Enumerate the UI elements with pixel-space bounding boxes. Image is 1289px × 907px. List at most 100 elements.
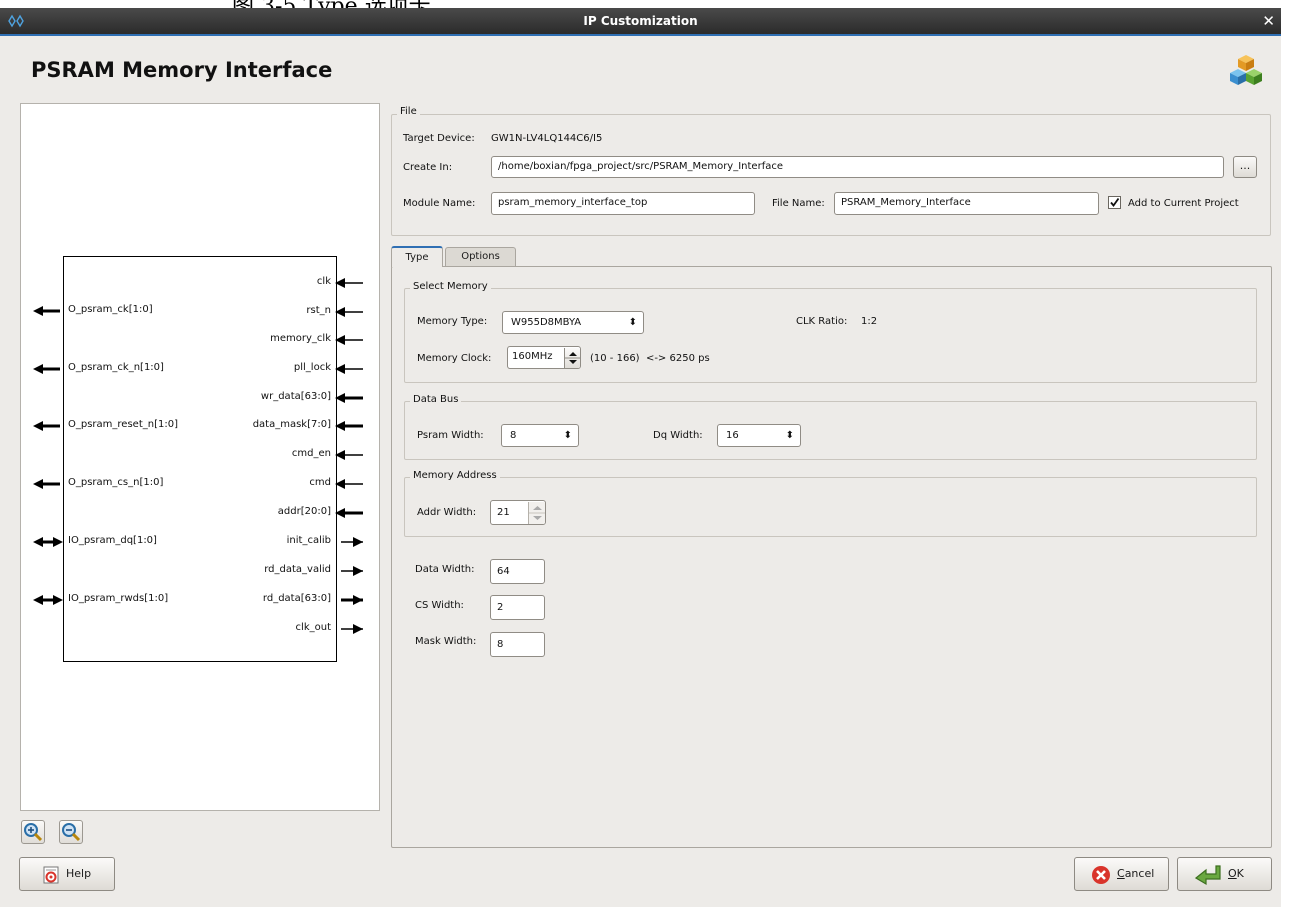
cs-width-label: CS Width: bbox=[415, 600, 464, 611]
port-label: init_calib bbox=[286, 535, 331, 546]
background-edge bbox=[1281, 8, 1289, 907]
data-width-field[interactable]: 64 bbox=[490, 559, 545, 584]
updown-arrow-icon: ⬍ bbox=[628, 317, 637, 328]
port-arrow-cmd-en bbox=[335, 450, 363, 460]
port-label: O_psram_ck_n[1:0] bbox=[68, 362, 164, 373]
port-arrow-io-psram-rwds-1-0- bbox=[33, 595, 63, 605]
port-label: pll_lock bbox=[293, 362, 331, 373]
module-name-label: Module Name: bbox=[403, 198, 476, 209]
help-label: Help bbox=[66, 867, 92, 880]
port-arrow-addr-20-0- bbox=[335, 508, 363, 518]
addr-width-value: 21 bbox=[497, 507, 510, 518]
file-name-field[interactable]: PSRAM_Memory_Interface bbox=[834, 192, 1099, 215]
help-icon bbox=[43, 866, 59, 884]
memory-clock-spinbox[interactable]: 160MHz bbox=[507, 346, 581, 369]
data-width-label: Data Width: bbox=[415, 564, 475, 575]
ok-icon bbox=[1194, 865, 1221, 886]
dq-width-value: 16 bbox=[726, 430, 739, 441]
port-arrow-clk-out bbox=[341, 624, 363, 634]
port-label: memory_clk bbox=[270, 333, 331, 344]
port-label: data_mask[7:0] bbox=[252, 419, 331, 430]
browse-label: ... bbox=[1239, 159, 1251, 172]
port-arrow-o-psram-ck-1-0- bbox=[33, 306, 60, 316]
port-arrow-rst-n bbox=[335, 307, 363, 317]
cs-width-field[interactable]: 2 bbox=[490, 595, 545, 620]
target-device-value: GW1N-LV4LQ144C6/I5 bbox=[491, 133, 603, 144]
port-label: wr_data[63:0] bbox=[260, 391, 331, 402]
port-arrow-wr-data-63-0- bbox=[335, 393, 363, 403]
port-arrow-o-psram-ck-n-1-0- bbox=[33, 364, 60, 374]
clk-ratio-value: 1:2 bbox=[861, 316, 878, 327]
port-arrow-data-mask-7-0- bbox=[335, 421, 363, 431]
port-label: cmd_en bbox=[291, 448, 331, 459]
psram-width-value: 8 bbox=[510, 430, 517, 441]
memory-clock-label: Memory Clock: bbox=[417, 353, 492, 364]
memory-type-value: W955D8MBYA bbox=[511, 317, 582, 328]
tab-options[interactable]: Options bbox=[445, 247, 516, 266]
port-arrow-rd-data-valid bbox=[341, 566, 363, 576]
target-device-label: Target Device: bbox=[403, 133, 475, 144]
addr-width-spinbox[interactable]: 21 bbox=[490, 500, 546, 525]
dq-width-select[interactable]: 16 ⬍ bbox=[717, 424, 801, 447]
zoom-in-button[interactable] bbox=[21, 820, 45, 844]
port-label: addr[20:0] bbox=[277, 506, 331, 517]
mask-width-label: Mask Width: bbox=[415, 636, 477, 647]
close-icon[interactable]: ✕ bbox=[1262, 10, 1275, 32]
memory-clock-info: (10 - 166) <-> 6250 ps bbox=[590, 353, 710, 364]
port-label: IO_psram_dq[1:0] bbox=[68, 535, 157, 546]
dq-width-label: Dq Width: bbox=[653, 430, 703, 441]
updown-arrow-icon: ⬍ bbox=[785, 430, 794, 441]
help-button[interactable]: Help bbox=[19, 857, 115, 891]
memory-clock-value: 160MHz bbox=[512, 351, 553, 362]
mask-width-field[interactable]: 8 bbox=[490, 632, 545, 657]
psram-width-select[interactable]: 8 ⬍ bbox=[501, 424, 579, 447]
cancel-label: Cancel bbox=[1117, 867, 1155, 880]
create-in-label: Create In: bbox=[403, 162, 453, 173]
file-name-label: File Name: bbox=[772, 198, 825, 209]
clk-ratio-label: CLK Ratio: bbox=[796, 316, 848, 327]
checkmark-icon bbox=[1110, 197, 1120, 207]
port-arrow-clk bbox=[335, 278, 363, 288]
port-label: rst_n bbox=[306, 305, 331, 316]
port-arrow-memory-clk bbox=[335, 335, 363, 345]
memory-address-title: Memory Address bbox=[410, 470, 500, 481]
spin-arrows-icon bbox=[529, 506, 545, 520]
memory-type-select[interactable]: W955D8MBYA ⬍ bbox=[502, 311, 644, 334]
port-label: O_psram_ck[1:0] bbox=[68, 304, 153, 315]
updown-arrow-icon: ⬍ bbox=[563, 430, 572, 441]
add-to-project-checkbox[interactable] bbox=[1108, 196, 1121, 209]
port-arrow-o-psram-reset-n-1-0- bbox=[33, 421, 60, 431]
port-label: clk bbox=[316, 276, 331, 287]
port-label: rd_data[63:0] bbox=[262, 593, 331, 604]
port-arrow-rd-data-63-0- bbox=[341, 595, 363, 605]
port-label: clk_out bbox=[295, 622, 331, 633]
port-label: cmd bbox=[309, 477, 331, 488]
ok-label: OK bbox=[1228, 867, 1244, 880]
ip-cubes-icon bbox=[1230, 55, 1262, 85]
module-name-field[interactable]: psram_memory_interface_top bbox=[491, 192, 755, 215]
port-label: rd_data_valid bbox=[264, 564, 331, 575]
port-arrow-init-calib bbox=[341, 537, 363, 547]
data-bus-title: Data Bus bbox=[410, 394, 462, 405]
addr-width-label: Addr Width: bbox=[417, 507, 477, 518]
port-arrow-o-psram-cs-n-1-0- bbox=[33, 479, 60, 489]
port-arrow-cmd bbox=[335, 479, 363, 489]
port-label: O_psram_cs_n[1:0] bbox=[68, 477, 164, 488]
spin-arrows-icon bbox=[565, 352, 580, 364]
port-arrow-pll-lock bbox=[335, 364, 363, 374]
zoom-out-icon bbox=[62, 823, 81, 842]
memory-type-label: Memory Type: bbox=[417, 316, 488, 327]
tab-type[interactable]: Type bbox=[391, 246, 443, 267]
create-in-field[interactable]: /home/boxian/fpga_project/src/PSRAM_Memo… bbox=[491, 156, 1224, 178]
spinner-buttons[interactable] bbox=[564, 348, 580, 368]
spinner-buttons-disabled[interactable] bbox=[528, 502, 545, 524]
zoom-in-icon bbox=[24, 823, 43, 842]
port-label: O_psram_reset_n[1:0] bbox=[68, 419, 178, 430]
browse-button[interactable]: ... bbox=[1233, 156, 1257, 178]
add-to-project-label: Add to Current Project bbox=[1128, 198, 1239, 209]
zoom-out-button[interactable] bbox=[59, 820, 83, 844]
cancel-button[interactable]: Cancel bbox=[1074, 857, 1169, 891]
file-group-title: File bbox=[397, 106, 420, 117]
cancel-icon bbox=[1092, 866, 1110, 884]
ok-button[interactable]: OK bbox=[1177, 857, 1272, 891]
